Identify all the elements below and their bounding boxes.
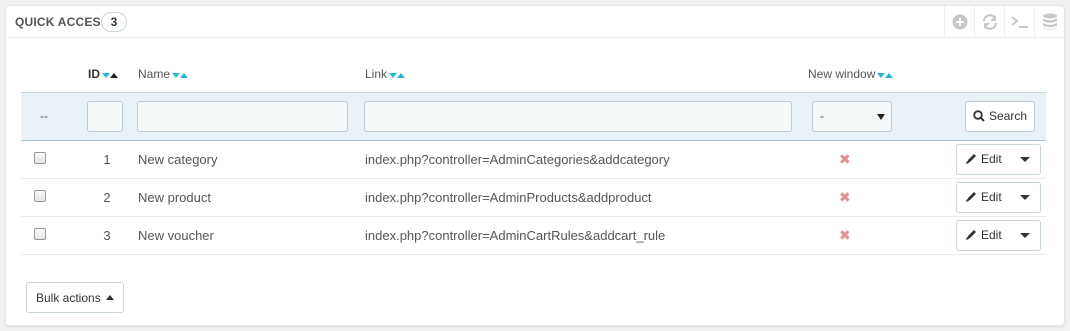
panel-title: Quick Access [15, 15, 109, 29]
edit-dropdown-toggle[interactable] [1010, 183, 1040, 212]
edit-label: Edit [981, 152, 1002, 166]
panel-heading: Quick Access 3 [6, 6, 1064, 38]
sort-asc-active-icon[interactable] [110, 72, 118, 79]
new-window-column-header: New window [803, 58, 953, 92]
sort-asc-icon[interactable] [397, 72, 406, 79]
search-button[interactable]: Search [965, 100, 1036, 132]
edit-button[interactable]: Edit [957, 145, 1010, 174]
table-row: 3 New voucher index.php?controller=Admin… [21, 216, 1046, 255]
table-row: 1 New category index.php?controller=Admi… [21, 140, 1046, 179]
row-name: New voucher [138, 227, 214, 243]
caret-up-icon [105, 295, 114, 300]
row-checkbox[interactable] [34, 189, 46, 202]
refresh-button[interactable] [974, 6, 1004, 38]
edit-label: Edit [981, 190, 1002, 204]
row-link: index.php?controller=AdminCategories&add… [365, 151, 670, 167]
new-window-column-label: New window [808, 67, 876, 82]
sort-controls [172, 68, 189, 82]
add-icon [952, 14, 967, 30]
edit-button[interactable]: Edit [957, 183, 1010, 212]
table-row: 2 New product index.php?controller=Admin… [21, 178, 1046, 217]
row-name: New category [138, 151, 218, 167]
bulk-actions-button[interactable]: Bulk actions [26, 282, 124, 313]
sort-desc-icon[interactable] [102, 72, 110, 79]
sort-controls [877, 68, 894, 82]
pencil-icon [966, 192, 976, 202]
new-window-filter-select[interactable]: - [812, 100, 892, 132]
row-id: 3 [103, 227, 111, 243]
id-filter-input[interactable] [87, 100, 123, 132]
name-column-header: Name [133, 58, 360, 92]
new-window-filter-value: - [820, 108, 824, 123]
refresh-icon [982, 14, 997, 30]
sort-controls [102, 68, 118, 82]
edit-dropdown-toggle[interactable] [1010, 221, 1040, 250]
disabled-x-icon: ✖ [839, 150, 851, 167]
row-link: index.php?controller=AdminProducts&addpr… [365, 189, 652, 205]
sql-terminal-icon [1010, 16, 1028, 28]
filter-row: -- - Search [21, 91, 1046, 141]
bulk-actions-label: Bulk actions [36, 290, 101, 305]
caret-down-icon [1019, 194, 1030, 200]
edit-label: Edit [981, 228, 1002, 242]
sort-asc-icon[interactable] [885, 72, 894, 79]
edit-dropdown-toggle[interactable] [1010, 145, 1040, 174]
row-checkbox[interactable] [34, 227, 46, 240]
disabled-x-icon: ✖ [839, 188, 851, 205]
link-column-label: Link [365, 67, 388, 82]
search-button-label: Search [989, 109, 1028, 123]
quick-access-panel: Quick Access 3 ID [5, 5, 1065, 326]
header-row: ID Name Link New window [21, 58, 1046, 92]
sort-controls [389, 68, 406, 82]
pencil-icon [966, 154, 976, 164]
add-new-button[interactable] [944, 6, 974, 38]
row-link: index.php?controller=AdminCartRules&addc… [365, 227, 666, 243]
sort-desc-icon[interactable] [172, 72, 181, 79]
edit-button-group: Edit [956, 143, 1041, 175]
id-column-label: ID [88, 67, 100, 82]
sort-desc-icon[interactable] [877, 72, 886, 79]
export-button[interactable] [1034, 6, 1064, 38]
edit-button[interactable]: Edit [957, 221, 1010, 250]
filter-row-label: -- [21, 91, 67, 141]
database-icon [1042, 13, 1057, 30]
caret-down-icon [1019, 156, 1030, 162]
row-checkbox[interactable] [34, 151, 46, 164]
search-icon [973, 110, 985, 122]
sort-asc-icon[interactable] [180, 72, 189, 79]
panel-toolbar [944, 6, 1064, 38]
edit-button-group: Edit [956, 219, 1041, 251]
quick-access-table: ID Name Link New window -- - Search 1 Ne… [21, 58, 1046, 255]
chevron-down-icon [877, 113, 885, 120]
count-badge: 3 [101, 12, 127, 32]
select-column-header [21, 58, 67, 92]
link-column-header: Link [360, 58, 803, 92]
pencil-icon [966, 230, 976, 240]
disabled-x-icon: ✖ [839, 226, 851, 243]
sort-desc-icon[interactable] [389, 72, 398, 79]
row-id: 2 [103, 189, 111, 205]
name-column-label: Name [138, 67, 171, 82]
id-column-header: ID [67, 58, 133, 92]
name-filter-input[interactable] [137, 100, 348, 132]
caret-down-icon [1019, 232, 1030, 238]
link-filter-input[interactable] [364, 100, 792, 132]
row-id: 1 [103, 151, 111, 167]
row-name: New product [138, 189, 211, 205]
actions-column-header [953, 58, 1046, 92]
edit-button-group: Edit [956, 181, 1041, 213]
sql-query-button[interactable] [1004, 6, 1034, 38]
